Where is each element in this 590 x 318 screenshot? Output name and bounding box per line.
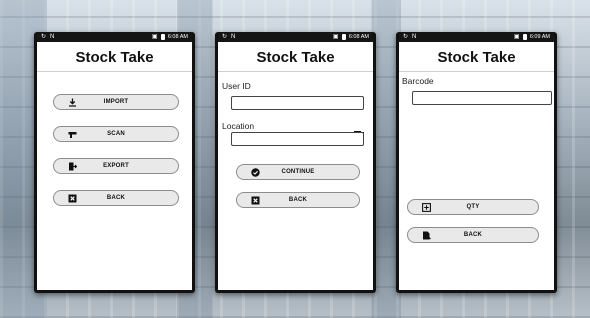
page-title: Stock Take bbox=[256, 49, 335, 66]
title-divider bbox=[37, 71, 192, 72]
back-button-label: BACK bbox=[463, 232, 483, 238]
import-button[interactable]: IMPORT bbox=[53, 94, 179, 110]
n-icon: N bbox=[231, 34, 236, 40]
status-bar: ↻ N ▣ 6:08 AM bbox=[218, 32, 373, 42]
phone-screen-barcode: ↻ N ▣ 6:09 AM Stock Take Barcode QTY BAC… bbox=[396, 32, 557, 293]
page-title: Stock Take bbox=[437, 49, 516, 66]
scan-button[interactable]: SCAN bbox=[53, 126, 179, 142]
user-id-field[interactable] bbox=[231, 96, 364, 110]
qty-button[interactable]: QTY bbox=[407, 199, 539, 215]
continue-button[interactable]: CONTINUE bbox=[236, 164, 360, 180]
status-time: 6:08 AM bbox=[167, 34, 188, 40]
user-id-label: User ID bbox=[222, 81, 251, 91]
barcode-label: Barcode bbox=[402, 76, 434, 86]
status-bar: ↻ N ▣ 6:09 AM bbox=[399, 32, 554, 42]
export-button[interactable]: EXPORT bbox=[53, 158, 179, 174]
page-title: Stock Take bbox=[75, 49, 154, 66]
title-divider bbox=[218, 71, 373, 72]
n-icon: N bbox=[412, 34, 417, 40]
barcode-field[interactable] bbox=[412, 91, 552, 105]
battery-icon bbox=[341, 34, 346, 40]
signal-icon: ▣ bbox=[513, 34, 520, 40]
status-time: 6:08 AM bbox=[348, 34, 369, 40]
qty-button-label: QTY bbox=[466, 204, 480, 210]
back-button[interactable]: BACK bbox=[407, 227, 539, 243]
sync-icon: ↻ bbox=[222, 34, 228, 40]
status-time: 6:09 AM bbox=[529, 34, 550, 40]
back-button-label: BACK bbox=[106, 195, 126, 201]
back-button[interactable]: BACK bbox=[236, 192, 360, 208]
title-divider bbox=[399, 71, 554, 72]
export-button-label: EXPORT bbox=[103, 163, 129, 169]
continue-button-label: CONTINUE bbox=[281, 169, 315, 175]
scan-button-label: SCAN bbox=[107, 131, 125, 137]
back-button-label: BACK bbox=[288, 197, 308, 203]
battery-icon bbox=[522, 34, 527, 40]
sync-icon: ↻ bbox=[41, 34, 47, 40]
battery-icon bbox=[160, 34, 165, 40]
location-field[interactable] bbox=[231, 132, 364, 146]
sync-icon: ↻ bbox=[403, 34, 409, 40]
status-bar: ↻ N ▣ 6:08 AM bbox=[37, 32, 192, 42]
barcode-scanner-icon[interactable] bbox=[354, 123, 364, 136]
signal-icon: ▣ bbox=[151, 34, 158, 40]
import-button-label: IMPORT bbox=[103, 99, 129, 105]
signal-icon: ▣ bbox=[332, 34, 339, 40]
phone-screen-login: ↻ N ▣ 6:08 AM Stock Take User ID Locatio… bbox=[215, 32, 376, 293]
phone-screen-menu: ↻ N ▣ 6:08 AM Stock Take IMPORT SCAN EXP… bbox=[34, 32, 195, 293]
location-label: Location bbox=[222, 121, 255, 131]
n-icon: N bbox=[50, 34, 55, 40]
back-button[interactable]: BACK bbox=[53, 190, 179, 206]
